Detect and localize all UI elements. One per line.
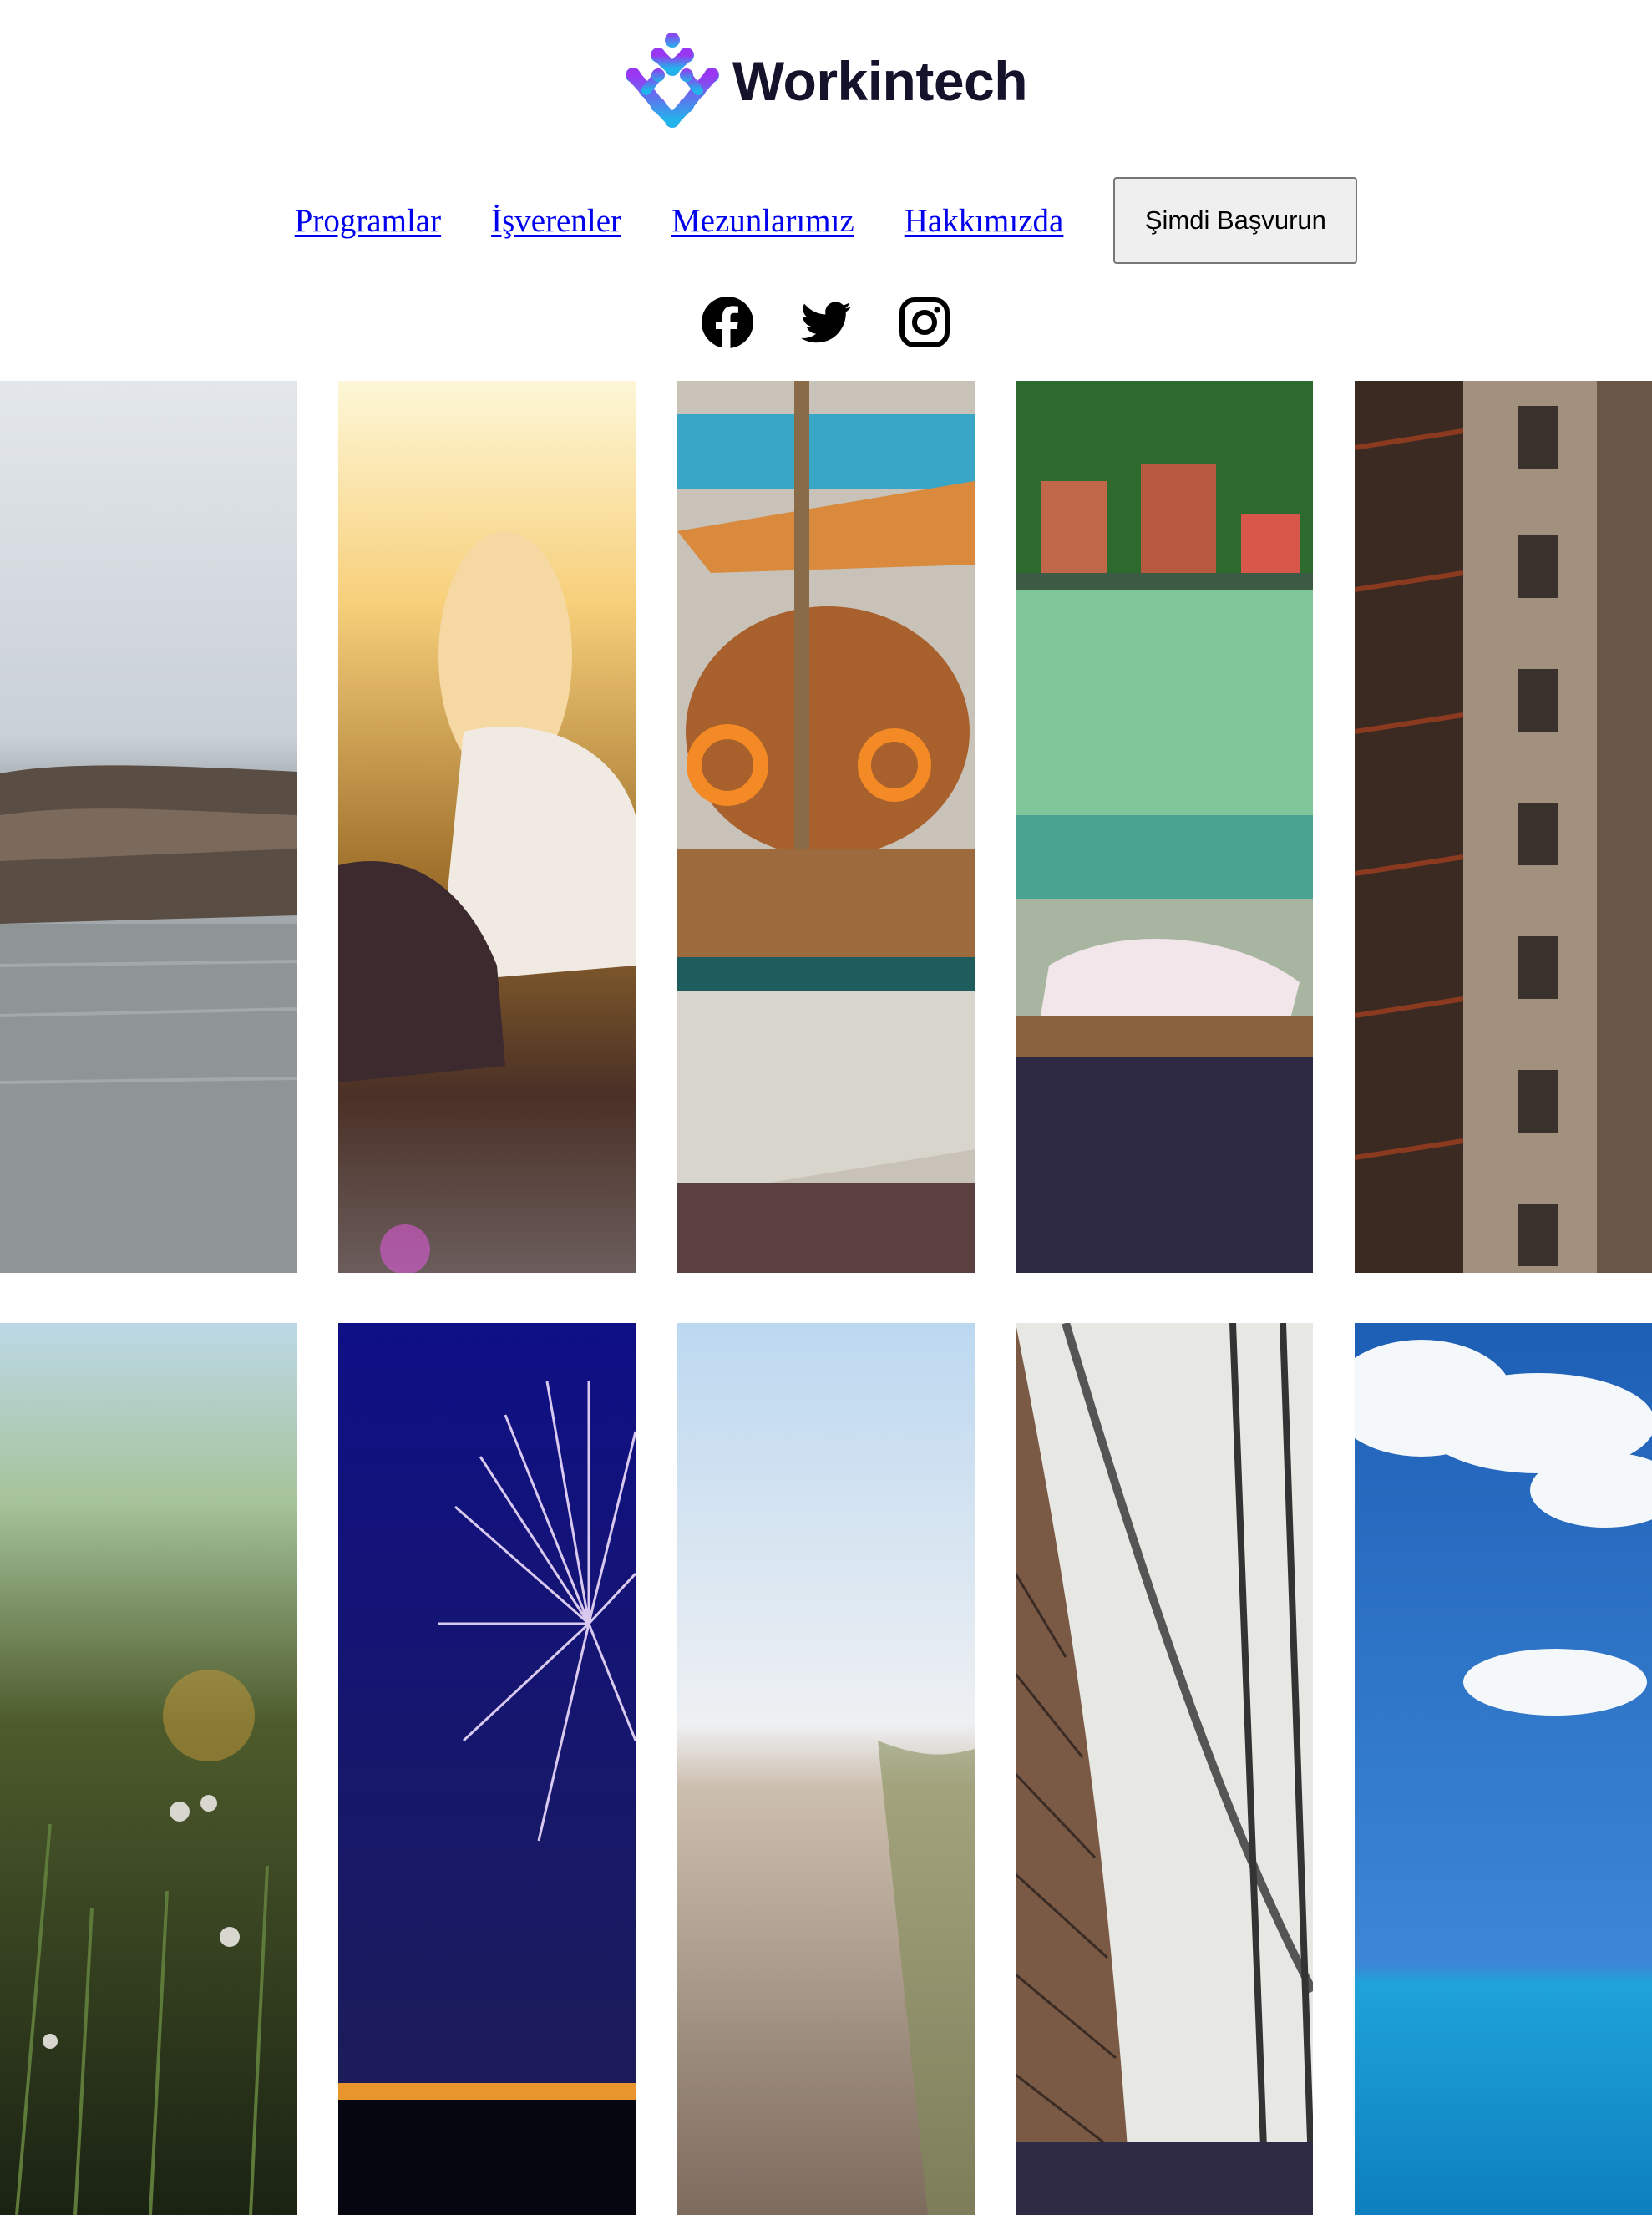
facebook-icon[interactable]	[701, 296, 754, 349]
meadow-flowers-photo	[0, 1323, 297, 2215]
brick-building-photo	[1355, 381, 1652, 1273]
instagram-icon[interactable]	[898, 296, 951, 349]
nav-link-isverenler[interactable]: İşverenler	[491, 202, 621, 240]
nav-link-hakkimizda[interactable]: Hakkımızda	[905, 202, 1064, 240]
apply-now-button[interactable]: Şimdi Başvurun	[1113, 177, 1358, 264]
workintech-logo-icon	[625, 33, 719, 128]
sailboat-photo	[677, 381, 975, 1273]
header-logo[interactable]: Workintech	[0, 28, 1652, 134]
sea-rocks-photo	[0, 381, 297, 1273]
girl-sunset-photo	[338, 381, 636, 1273]
sky-ocean-photo	[1355, 1323, 1652, 2215]
library-shelves-photo	[1016, 1323, 1313, 2215]
nav-link-mezunlarimiz[interactable]: Mezunlarımız	[671, 202, 854, 240]
social-links	[0, 294, 1652, 351]
photo-gallery	[0, 381, 1652, 2215]
plants-table-photo	[1016, 381, 1313, 1273]
beach-path-photo	[677, 1323, 975, 2215]
main-nav: Programlar İşverenler Mezunlarımız Hakkı…	[0, 177, 1652, 264]
twitter-icon[interactable]	[799, 296, 853, 349]
nav-link-programlar[interactable]: Programlar	[295, 202, 441, 240]
fireworks-photo	[338, 1323, 636, 2215]
brand-name: Workintech	[732, 50, 1028, 112]
